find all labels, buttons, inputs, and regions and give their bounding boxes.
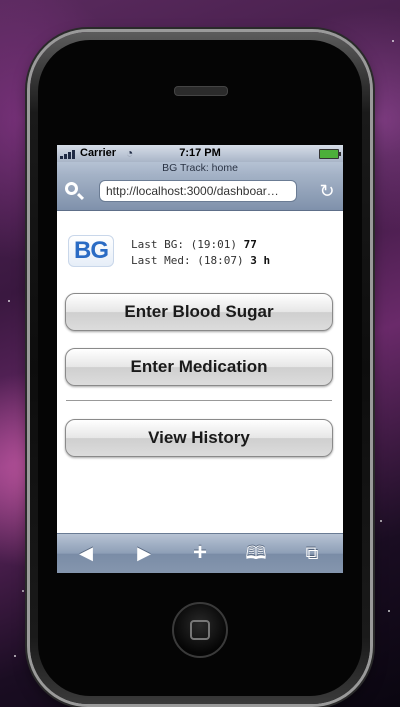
back-icon[interactable]: ◀ (73, 541, 99, 565)
last-med-label: Last Med: (18:07) (131, 254, 251, 267)
enter-medication-button[interactable]: Enter Medication (65, 348, 333, 386)
forward-icon[interactable]: ▶ (131, 541, 157, 565)
home-square-icon (190, 620, 210, 640)
page-content: BG Last BG: (19:01) 77 Last Med: (18:07)… (57, 211, 343, 515)
page-title: BG Track: home (57, 162, 343, 174)
summary-stats: Last BG: (19:01) 77 Last Med: (18:07) 3 … (131, 237, 270, 269)
view-history-button[interactable]: View History (65, 419, 333, 457)
last-bg-label: Last BG: (19:01) (131, 238, 244, 251)
screen: Carrier ◔ 7:17 PM BG Track: home http://… (57, 145, 343, 573)
search-icon[interactable] (65, 182, 78, 195)
battery-icon (319, 149, 341, 159)
url-field[interactable]: http://localhost:3000/dashboar… (99, 180, 297, 202)
last-med-line: Last Med: (18:07) 3 h (131, 253, 270, 269)
reload-icon[interactable]: ↻ (317, 181, 337, 201)
address-bar: http://localhost:3000/dashboar… ↻ (57, 174, 343, 211)
pages-icon[interactable]: ⧉ (299, 541, 325, 565)
browser-toolbar: ◀ ▶ + 🕮 ⧉ (57, 533, 343, 573)
earpiece-speaker (174, 86, 228, 96)
clock: 7:17 PM (179, 147, 221, 159)
bookmarks-icon[interactable]: 🕮 (243, 541, 269, 565)
last-bg-line: Last BG: (19:01) 77 (131, 237, 270, 253)
enter-blood-sugar-button[interactable]: Enter Blood Sugar (65, 293, 333, 331)
home-button[interactable] (172, 602, 228, 658)
last-med-value: 3 h (250, 254, 271, 267)
status-bar: Carrier ◔ 7:17 PM (57, 145, 343, 162)
last-bg-value: 77 (243, 238, 257, 251)
phone-frame: Carrier ◔ 7:17 PM BG Track: home http://… (30, 32, 370, 704)
bg-logo: BG (68, 235, 114, 267)
add-icon[interactable]: + (187, 541, 213, 565)
divider (66, 400, 332, 401)
